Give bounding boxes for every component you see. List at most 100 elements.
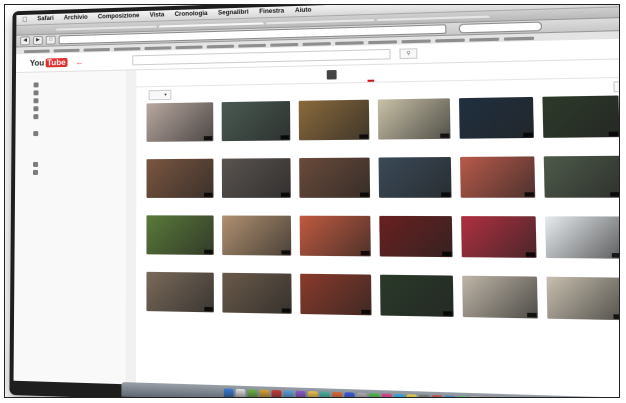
dock-app-icon[interactable] [295,390,306,397]
bookmark-item[interactable] [270,42,299,47]
video-thumbnail[interactable] [458,96,534,139]
browser-tab[interactable] [376,15,490,21]
guide-arrow-icon[interactable]: ← [76,57,84,66]
video-thumbnail[interactable] [298,99,370,141]
dock-app-icon[interactable] [431,394,443,397]
uploads-filter-dropdown[interactable]: ▾ [148,89,171,101]
video-thumbnail[interactable] [221,158,291,198]
video-card[interactable] [377,98,451,151]
sort-dropdown[interactable]: ▾ [613,80,619,93]
video-thumbnail[interactable] [542,95,619,138]
video-card[interactable] [378,156,452,210]
menu-segnalibri[interactable]: Segnalibri [218,10,249,17]
browser-tab-active[interactable] [158,21,264,28]
dock-app-icon[interactable] [495,396,507,397]
video-card[interactable] [146,158,214,210]
video-card[interactable] [146,102,214,153]
tab-discussion[interactable] [420,72,430,81]
video-thumbnail[interactable] [377,98,451,140]
dock-app-icon[interactable] [381,392,392,397]
dock-app-icon[interactable] [419,394,430,397]
menu-safari[interactable]: Safari [37,16,54,22]
video-title[interactable] [460,139,534,150]
video-card[interactable] [221,158,291,209]
video-card[interactable] [545,216,619,271]
dock-app-icon[interactable] [394,393,405,397]
video-title[interactable] [378,140,450,151]
video-title[interactable] [300,199,371,210]
video-thumbnail[interactable] [380,274,454,317]
video-card[interactable] [222,272,292,326]
video-card[interactable] [298,99,370,152]
youtube-logo[interactable]: You Tube [30,57,68,67]
dock-app-icon[interactable] [369,392,380,397]
video-title[interactable] [462,258,537,270]
video-card[interactable] [543,155,619,210]
menu-composizione[interactable]: Composizione [98,13,140,20]
video-thumbnail[interactable] [300,273,372,316]
bookmark-item[interactable] [113,46,141,51]
dock-app-icon[interactable] [235,388,246,397]
video-thumbnail[interactable] [546,276,619,321]
tab-home[interactable] [348,74,356,83]
dock-app-icon[interactable] [444,394,456,397]
toolbar-search-field[interactable] [458,21,543,34]
bookmark-item[interactable] [302,41,331,46]
dock-app-icon[interactable] [332,391,343,397]
video-title[interactable] [546,259,619,271]
video-thumbnail[interactable] [462,275,538,319]
video-card[interactable] [380,274,454,329]
dock-app-icon[interactable] [356,392,368,397]
video-card[interactable] [300,273,372,327]
video-title[interactable] [547,320,619,333]
video-thumbnail[interactable] [378,156,452,198]
video-title[interactable] [463,318,538,330]
search-icon[interactable]: ⚲ [399,48,418,60]
tab-videos[interactable] [366,71,374,82]
video-card[interactable] [299,215,371,268]
dock-app-icon[interactable] [283,389,294,397]
dock-app-icon[interactable] [406,393,418,397]
video-card[interactable] [146,215,214,266]
video-card[interactable] [146,271,214,324]
tab-about[interactable] [441,72,451,81]
video-title[interactable] [545,199,619,210]
video-title[interactable] [222,314,291,326]
video-thumbnail[interactable] [299,157,371,198]
video-title[interactable] [381,317,454,329]
video-title[interactable] [299,141,370,152]
video-thumbnail[interactable] [222,272,292,314]
video-thumbnail[interactable] [461,216,537,258]
video-title[interactable] [222,141,291,152]
dock-app-icon[interactable] [470,395,481,397]
video-title[interactable] [147,142,214,153]
dock-app-icon[interactable] [522,397,533,398]
browser-tab[interactable] [265,18,375,24]
bookmark-item[interactable] [503,36,535,41]
video-card[interactable] [379,215,453,269]
dock-app-icon[interactable] [344,391,355,397]
share-icon[interactable]: □ [45,35,56,45]
dock-app-icon[interactable] [247,388,258,397]
video-thumbnail[interactable] [146,215,214,255]
video-title[interactable] [147,199,214,209]
menu-cronologia[interactable]: Cronologia [175,11,208,18]
dock-app-icon[interactable] [223,387,234,397]
video-title[interactable] [146,312,213,324]
bookmark-item[interactable] [335,40,364,45]
youtube-search-input[interactable] [132,48,391,66]
dock-app-icon[interactable] [319,390,331,397]
video-title[interactable] [300,315,371,327]
video-card[interactable] [462,275,538,331]
bookmark-item[interactable] [144,45,172,50]
video-thumbnail[interactable] [222,215,292,256]
menu-aiuto[interactable]: Aiuto [295,8,312,15]
video-card[interactable] [299,157,371,210]
video-card[interactable] [461,216,537,270]
video-thumbnail[interactable] [146,158,214,198]
menu-archivio[interactable]: Archivio [64,15,88,22]
dock-app-icon[interactable] [482,396,494,397]
video-title[interactable] [543,138,619,150]
video-card[interactable] [546,276,619,333]
dock-app-icon[interactable] [457,395,468,397]
